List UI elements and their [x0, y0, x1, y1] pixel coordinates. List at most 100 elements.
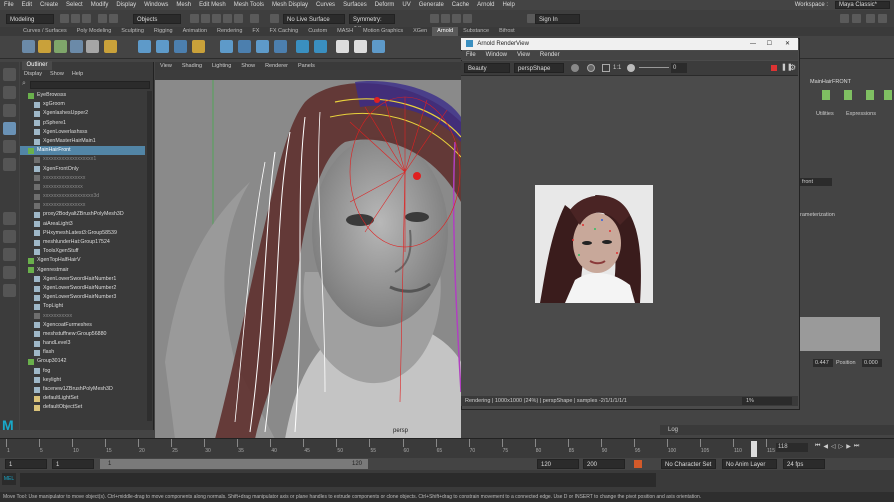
menu-item[interactable]: Curves: [312, 2, 339, 8]
outliner-item[interactable]: XgenLowerSwordHairNumber2: [20, 284, 145, 293]
outliner-item[interactable]: xxxxxxxxxxxxxxxxxxx3d: [20, 192, 145, 201]
shelf-tab-active[interactable]: Arnold: [432, 27, 459, 36]
exposure-field[interactable]: 0: [671, 63, 687, 73]
shelf-icon[interactable]: [314, 40, 327, 53]
range-slider[interactable]: 1 120: [100, 459, 368, 469]
menu-item[interactable]: Surfaces: [339, 2, 371, 8]
shelf-tab[interactable]: FX Caching: [264, 27, 303, 36]
rotate-tool-icon[interactable]: [3, 140, 16, 153]
pause-icon[interactable]: ❚❚: [781, 64, 793, 72]
outliner-item[interactable]: XgenLowerlashsss: [20, 128, 145, 137]
outliner-item[interactable]: flash: [20, 348, 145, 357]
render-zoom-field[interactable]: 1%: [742, 397, 792, 405]
shelf-tab[interactable]: Bifrost: [494, 27, 520, 36]
render-current-icon[interactable]: [430, 14, 439, 23]
shelf-icon[interactable]: [220, 40, 233, 53]
ramp-widget[interactable]: [800, 317, 880, 351]
mode-dropdown[interactable]: Modeling: [6, 14, 54, 24]
render-view-menu-item[interactable]: Window: [481, 51, 512, 60]
layout-icon[interactable]: [3, 248, 16, 261]
sign-in-dropdown[interactable]: Sign In: [535, 14, 580, 24]
menu-item[interactable]: Cache: [448, 2, 473, 8]
render-view-menu-item[interactable]: File: [461, 51, 481, 60]
live-surface-field[interactable]: No Live Surface: [283, 14, 345, 24]
render-view-menu-item[interactable]: Render: [535, 51, 565, 60]
step-back-icon[interactable]: ◀: [823, 443, 828, 450]
outliner-item[interactable]: Group30142: [20, 357, 145, 366]
show-outliner-icon[interactable]: [866, 14, 875, 23]
outliner-item[interactable]: handLevel3: [20, 339, 145, 348]
outliner-item[interactable]: defaultObjectSet: [20, 403, 145, 412]
render-view-menu-item[interactable]: View: [512, 51, 535, 60]
node-icon[interactable]: [866, 90, 874, 100]
shelf-icon[interactable]: [238, 40, 251, 53]
anim-layer-dropdown[interactable]: No Anim Layer: [722, 459, 777, 469]
paint-select-tool-icon[interactable]: [3, 104, 16, 117]
shelf-tab[interactable]: Poly Modeling: [72, 27, 117, 36]
outliner-item[interactable]: meshstuffnew:Group56880: [20, 330, 145, 339]
outliner-item[interactable]: MainHairFront: [20, 146, 145, 156]
shelf-tab[interactable]: FX: [247, 27, 264, 36]
select-tool-icon[interactable]: [3, 68, 16, 81]
viewport-menu-item[interactable]: View: [155, 62, 177, 70]
shelf-tab[interactable]: Animation: [178, 27, 212, 36]
menu-item[interactable]: Edit: [18, 2, 36, 8]
outliner-scrollbar[interactable]: [147, 91, 152, 421]
render-settings-icon[interactable]: [452, 14, 461, 23]
menu-item[interactable]: Arnold: [473, 2, 498, 8]
new-scene-icon[interactable]: [60, 14, 69, 23]
range-start-field[interactable]: 1: [52, 459, 94, 469]
exposure-slider[interactable]: [639, 67, 669, 68]
shelf-icon[interactable]: [104, 40, 117, 53]
shelf-tab[interactable]: MASH: [332, 27, 358, 36]
outliner-item[interactable]: XgenMasterHairMain1: [20, 137, 145, 146]
show-channel-box-icon[interactable]: [852, 14, 861, 23]
shelf-icon[interactable]: [372, 40, 385, 53]
tab-expressions[interactable]: Expressions: [846, 111, 876, 117]
shelf-icon[interactable]: [354, 40, 367, 53]
shelf-icon[interactable]: [70, 40, 83, 53]
snap-curve-icon[interactable]: [201, 14, 210, 23]
fps-dropdown[interactable]: 24 fps: [783, 459, 825, 469]
outliner-menu-item[interactable]: Show: [46, 70, 68, 78]
shelf-icon[interactable]: [192, 40, 205, 53]
outliner-item[interactable]: xxxxxxxxxxx: [20, 312, 145, 321]
viewport-menu-item[interactable]: Renderer: [260, 62, 293, 70]
outliner-item[interactable]: EyeBrowsss: [20, 91, 145, 100]
snap-grid-icon[interactable]: [190, 14, 199, 23]
gear-icon[interactable]: ⚙: [789, 63, 796, 73]
move-tool-icon[interactable]: [3, 122, 16, 135]
outliner-item[interactable]: XgenFrontOnly: [20, 165, 145, 174]
magnet-icon[interactable]: [270, 14, 279, 23]
menu-item[interactable]: Deform: [371, 2, 399, 8]
shelf-icon[interactable]: [274, 40, 287, 53]
outliner-search-input[interactable]: [30, 81, 150, 89]
outliner-item[interactable]: meshlunderHat:Group17524: [20, 238, 145, 247]
shelf-icon[interactable]: [256, 40, 269, 53]
shelf-icon[interactable]: [54, 40, 67, 53]
outliner-item[interactable]: facenew1ZBrushPolyMesh3D: [20, 385, 145, 394]
outliner-menu-item[interactable]: Help: [68, 70, 87, 78]
outliner-item[interactable]: pSphere1: [20, 119, 145, 128]
command-input[interactable]: [20, 473, 656, 487]
camera-dropdown[interactable]: perspShape: [514, 63, 564, 73]
viewport-menu-item[interactable]: Panels: [293, 62, 320, 70]
outliner-menu-item[interactable]: Display: [20, 70, 46, 78]
stop-render-icon[interactable]: [771, 65, 777, 71]
node-icon[interactable]: [822, 90, 830, 100]
snap-point-icon[interactable]: [212, 14, 221, 23]
rgb-channel-icon[interactable]: [571, 64, 579, 72]
menu-item[interactable]: Edit Mesh: [195, 2, 230, 8]
outliner-item[interactable]: xxxxxxxxxxxxxxxx: [20, 201, 145, 210]
play-back-icon[interactable]: ◁: [831, 443, 836, 450]
snap-view-icon[interactable]: [223, 14, 232, 23]
menu-item[interactable]: Select: [62, 2, 87, 8]
menu-item[interactable]: Mesh Tools: [230, 2, 268, 8]
history-icon[interactable]: [250, 14, 259, 23]
fit-icon[interactable]: [602, 64, 610, 72]
scale-tool-icon[interactable]: [3, 158, 16, 171]
shelf-tab[interactable]: XGen: [408, 27, 432, 36]
go-to-end-icon[interactable]: ⏭: [854, 443, 859, 450]
menu-item[interactable]: Mesh: [172, 2, 195, 8]
tab-utilities[interactable]: Utilities: [816, 111, 834, 117]
